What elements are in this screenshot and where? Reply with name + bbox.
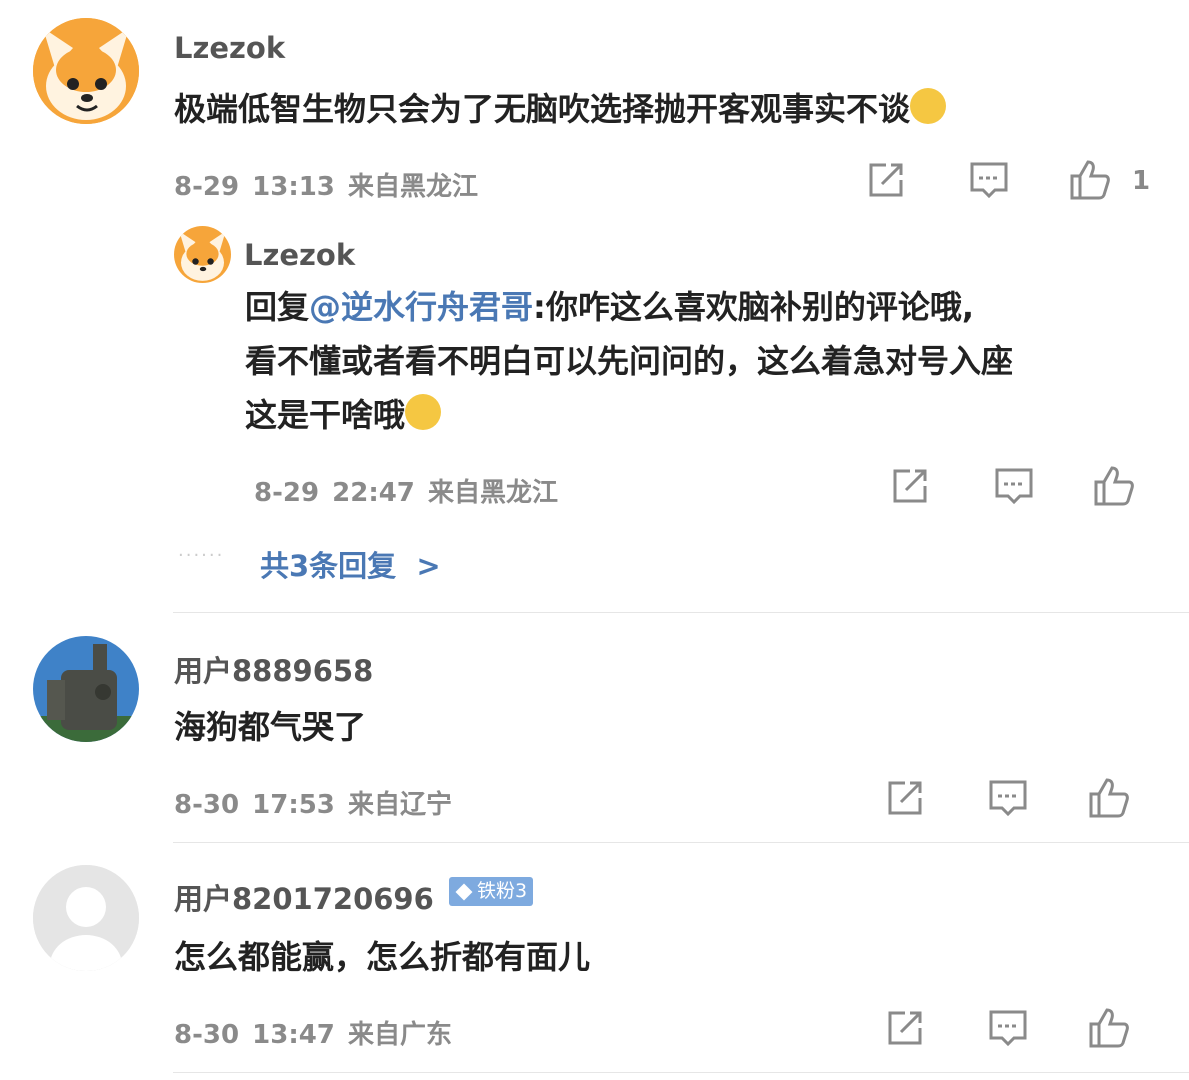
reply-avatar[interactable] (174, 226, 231, 283)
chevron-right-icon: > (416, 549, 441, 583)
share-button[interactable] (883, 776, 927, 820)
more-replies-dots: ...... (178, 540, 225, 561)
comment-icon (989, 780, 1027, 817)
like-button[interactable] (1092, 464, 1136, 508)
like-icon (1089, 778, 1129, 818)
reply-location: 来自黑龙江 (427, 478, 558, 508)
comment-text: 怎么都能赢，怎么折都有面儿 (174, 938, 591, 976)
comment-icon (995, 468, 1033, 505)
comment-button[interactable] (986, 776, 1030, 820)
avatar[interactable] (33, 18, 139, 124)
divider (173, 1072, 1189, 1073)
comment-username[interactable]: Lzezok (174, 31, 285, 65)
default-avatar-icon (33, 865, 139, 971)
reply-line-3: 这是干啥哦 (245, 388, 1013, 442)
like-button[interactable] (1087, 1006, 1131, 1050)
mention-link[interactable]: @逆水行舟君哥 (309, 288, 533, 326)
comment-meta: 8-30 17:53 来自辽宁 (174, 784, 452, 821)
reply-username[interactable]: Lzezok (244, 238, 355, 272)
share-button[interactable] (888, 464, 932, 508)
comment-date: 8-30 (174, 1020, 240, 1050)
comment-username[interactable]: 用户8889658 (174, 648, 373, 690)
comment-button[interactable] (967, 158, 1011, 202)
avatar[interactable] (33, 636, 139, 742)
reply-line-2: 看不懂或者看不明白可以先问问的，这么着急对号入座 (245, 342, 1014, 380)
reply-date: 8-29 (254, 478, 320, 508)
reply-line-1: 回复@逆水行舟君哥:你咋这么喜欢脑补别的评论哦, (245, 288, 974, 326)
comment-meta: 8-30 13:47 来自广东 (174, 1014, 452, 1051)
comment-date: 8-29 (174, 172, 240, 202)
reply-time: 22:47 (332, 478, 415, 508)
comment-button[interactable] (992, 464, 1036, 508)
comment-time: 13:47 (252, 1020, 335, 1050)
diamond-icon (455, 883, 473, 901)
laugh-cry-emoji-icon (405, 394, 442, 430)
comment-icon (989, 1010, 1027, 1047)
shush-emoji-icon (910, 88, 947, 124)
avatar[interactable] (33, 865, 139, 971)
fan-badge[interactable]: 铁粉3 (449, 877, 534, 906)
comment-location: 来自广东 (347, 1020, 452, 1050)
more-replies-link[interactable]: 共3条回复 > (260, 543, 441, 585)
comment-button[interactable] (986, 1006, 1030, 1050)
comment-location: 来自辽宁 (347, 790, 452, 820)
share-icon (893, 469, 927, 503)
divider (173, 842, 1189, 843)
comment-icon (970, 162, 1008, 199)
comment-time: 17:53 (252, 790, 335, 820)
fox-avatar-icon (33, 18, 139, 124)
fox-avatar-icon (174, 226, 231, 283)
comment-text: 海狗都气哭了 (174, 708, 367, 746)
like-count: 1 (1132, 166, 1151, 196)
comment-location: 来自黑龙江 (347, 172, 478, 202)
comment-meta: 8-29 13:13 来自黑龙江 (174, 166, 478, 203)
like-icon (1070, 160, 1110, 200)
like-button[interactable] (1087, 776, 1131, 820)
share-icon (888, 781, 922, 815)
comment-text: 极端低智生物只会为了无脑吹选择抛开客观事实不谈 (174, 82, 947, 136)
comment-username[interactable]: 用户8201720696 (174, 876, 434, 918)
reply-meta: 8-29 22:47 来自黑龙江 (254, 472, 558, 509)
like-button[interactable] (1068, 158, 1112, 202)
share-icon (869, 163, 903, 197)
reply-text: 回复@逆水行舟君哥:你咋这么喜欢脑补别的评论哦, 看不懂或者看不明白可以先问问的… (245, 280, 1013, 442)
comment-date: 8-30 (174, 790, 240, 820)
like-icon (1094, 466, 1134, 506)
share-button[interactable] (864, 158, 908, 202)
comment-time: 13:13 (252, 172, 335, 202)
share-button[interactable] (883, 1006, 927, 1050)
share-icon (888, 1011, 922, 1045)
like-icon (1089, 1008, 1129, 1048)
robot-avatar-icon (33, 636, 139, 742)
divider (173, 612, 1189, 613)
